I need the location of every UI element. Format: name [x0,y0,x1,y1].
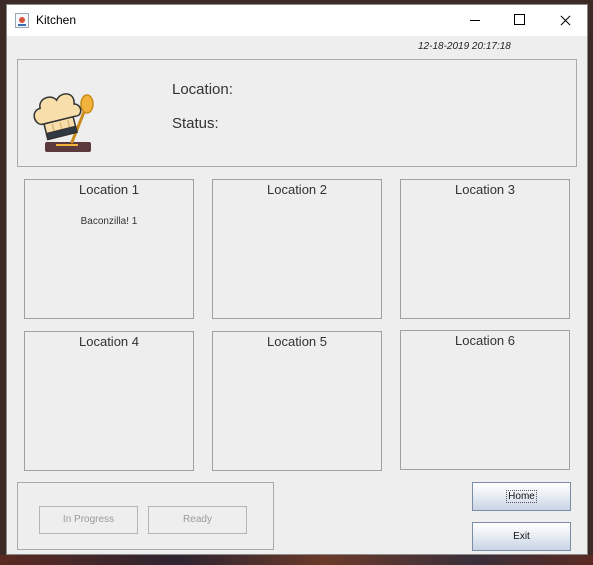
location-panel-5: Location 5 [212,331,382,471]
ready-button[interactable]: Ready [148,506,247,534]
window-title: Kitchen [36,13,77,27]
order-item: Baconzilla! 1 [80,216,138,227]
location-panel-1: Location 1 Baconzilla! 1 [24,179,194,319]
in-progress-button[interactable]: In Progress [39,506,138,534]
location-title: Location 4 [79,334,139,349]
title-bar[interactable]: Kitchen [7,5,587,36]
home-button-label: Home [506,490,537,503]
location-panel-6: Location 6 [400,330,570,470]
exit-button[interactable]: Exit [472,522,571,551]
location-title: Location 2 [267,182,327,197]
location-title: Location 1 [79,182,139,197]
header-panel: Location: Status: [17,59,577,167]
maximize-button[interactable] [497,5,543,36]
location-title: Location 3 [455,182,515,197]
status-label: Status: [172,115,219,132]
minimize-button[interactable] [452,5,498,36]
kitchen-window: Kitchen 12-18-2019 20:17:18 Location: St… [6,4,588,555]
location-panel-4: Location 4 [24,331,194,471]
java-app-icon [15,13,29,28]
chef-hat-icon [33,93,94,152]
desktop-background [0,555,593,565]
location-title: Location 5 [267,334,327,349]
location-label: Location: [172,81,233,98]
close-button[interactable] [542,5,588,36]
location-title: Location 6 [455,333,515,348]
datetime-label: 12-18-2019 20:17:18 [418,41,511,52]
home-button[interactable]: Home [472,482,571,511]
order-actions-panel: In Progress Ready [17,482,274,550]
location-panel-3: Location 3 [400,179,570,319]
location-panel-2: Location 2 [212,179,382,319]
